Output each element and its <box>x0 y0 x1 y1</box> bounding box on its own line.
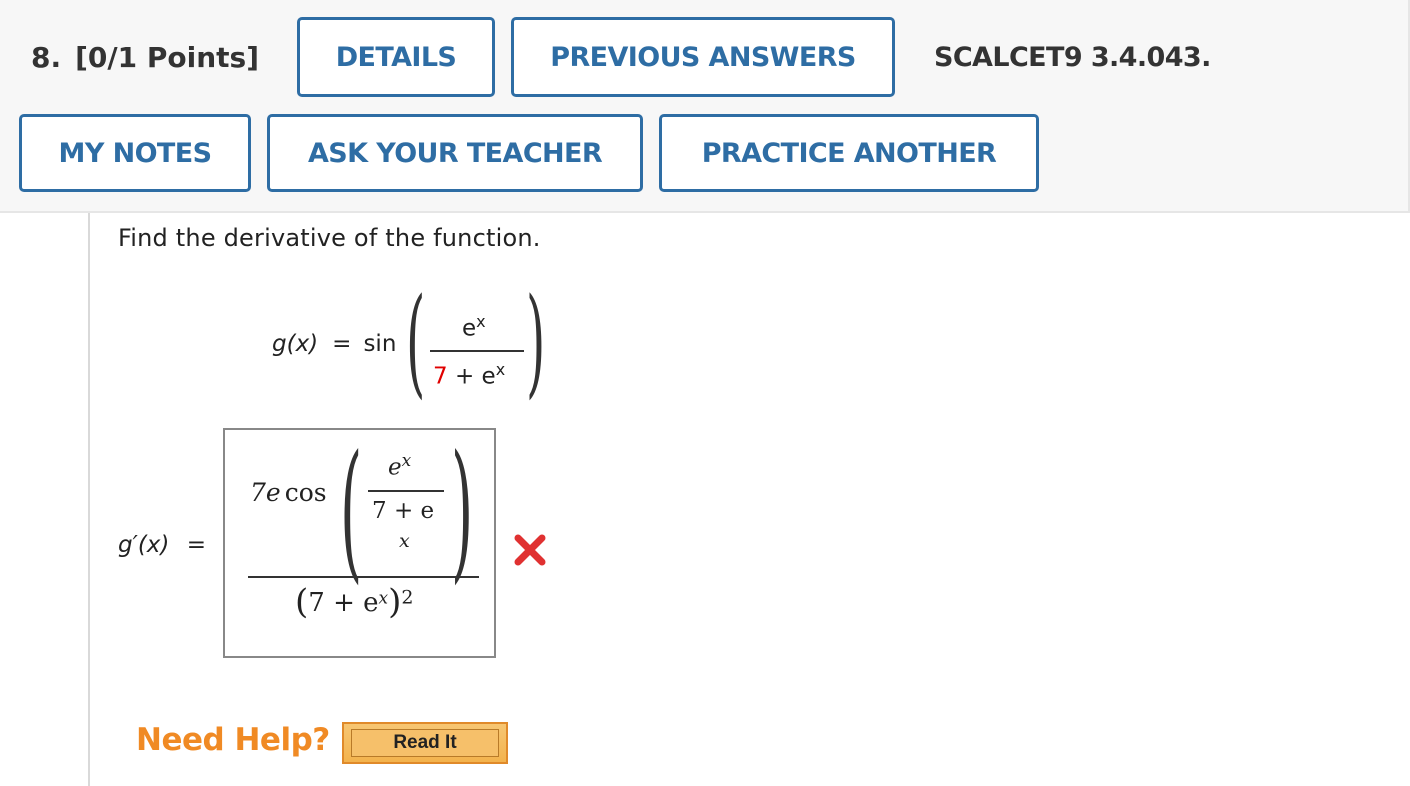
denom-power: 2 <box>401 586 414 609</box>
answer-label: g′(x) = <box>118 532 206 558</box>
read-it-button[interactable]: Read It <box>342 722 508 764</box>
denom-open-paren: ( <box>295 582 309 622</box>
numerator-base: e <box>462 315 477 342</box>
problem-prompt: Find the derivative of the function. <box>118 224 541 252</box>
answer-inner-numerator: ex <box>388 451 411 481</box>
denominator-rest: + e <box>454 363 496 390</box>
my-notes-button[interactable]: MY NOTES <box>19 114 251 192</box>
answer-denominator: (7 + ex)2 <box>295 582 413 622</box>
derivative-name: g′(x) <box>118 532 170 558</box>
function-denominator: 7 + ex <box>433 360 505 390</box>
denominator-constant: 7 <box>433 363 448 390</box>
question-page: 8. [0/1 Points] DETAILS PREVIOUS ANSWERS … <box>0 0 1410 786</box>
function-lhs: g(x) = sin <box>272 331 396 357</box>
question-header: 8. [0/1 Points] DETAILS PREVIOUS ANSWERS … <box>0 0 1410 213</box>
denom-close-paren: ) <box>388 582 402 622</box>
answer-inner-denominator: 7 + e <box>372 498 435 524</box>
function-left-paren: ( <box>406 272 426 410</box>
denom-inner-exp: x <box>378 588 389 609</box>
answer-input[interactable]: 7e cos ( ex 7 + e x ) (7 + ex)2 <box>223 428 496 658</box>
need-help-label: Need Help? <box>136 722 330 758</box>
function-name: g(x) <box>272 331 319 357</box>
answer-coefficient: 7e cos <box>250 478 327 507</box>
answer-inner-fraction-bar <box>368 490 444 492</box>
practice-another-button[interactable]: PRACTICE ANOTHER <box>659 114 1039 192</box>
answer-main-fraction-bar <box>248 576 479 578</box>
question-title: 8. [0/1 Points] <box>31 38 259 78</box>
function-equals: = <box>332 331 352 357</box>
question-number: 8. <box>31 41 62 74</box>
ask-your-teacher-button[interactable]: ASK YOUR TEACHER <box>267 114 643 192</box>
cos-text: cos <box>284 478 327 507</box>
numerator-exp: x <box>476 312 486 331</box>
function-numerator: ex <box>462 312 486 342</box>
answer-left-paren: ( <box>340 424 363 598</box>
function-sin: sin <box>363 331 397 357</box>
function-right-paren: ) <box>526 272 546 410</box>
question-left-rule <box>88 213 90 786</box>
inner-num-exp: x <box>401 451 412 471</box>
answer-inner-below: x <box>399 530 410 552</box>
question-source: SCALCET9 3.4.043. <box>934 42 1211 73</box>
x-mark-icon <box>514 534 546 566</box>
coef-text: 7e <box>250 478 281 507</box>
denom-inner: 7 + e <box>308 588 379 618</box>
details-button[interactable]: DETAILS <box>297 17 495 97</box>
previous-answers-button[interactable]: PREVIOUS ANSWERS <box>511 17 895 97</box>
answer-right-paren: ) <box>451 424 474 598</box>
read-it-label: Read It <box>351 729 499 757</box>
function-fraction-bar <box>430 350 524 352</box>
answer-equals: = <box>186 532 206 558</box>
inner-num-base: e <box>388 454 402 481</box>
question-points: [0/1 Points] <box>75 41 259 74</box>
denominator-exp: x <box>495 360 506 379</box>
